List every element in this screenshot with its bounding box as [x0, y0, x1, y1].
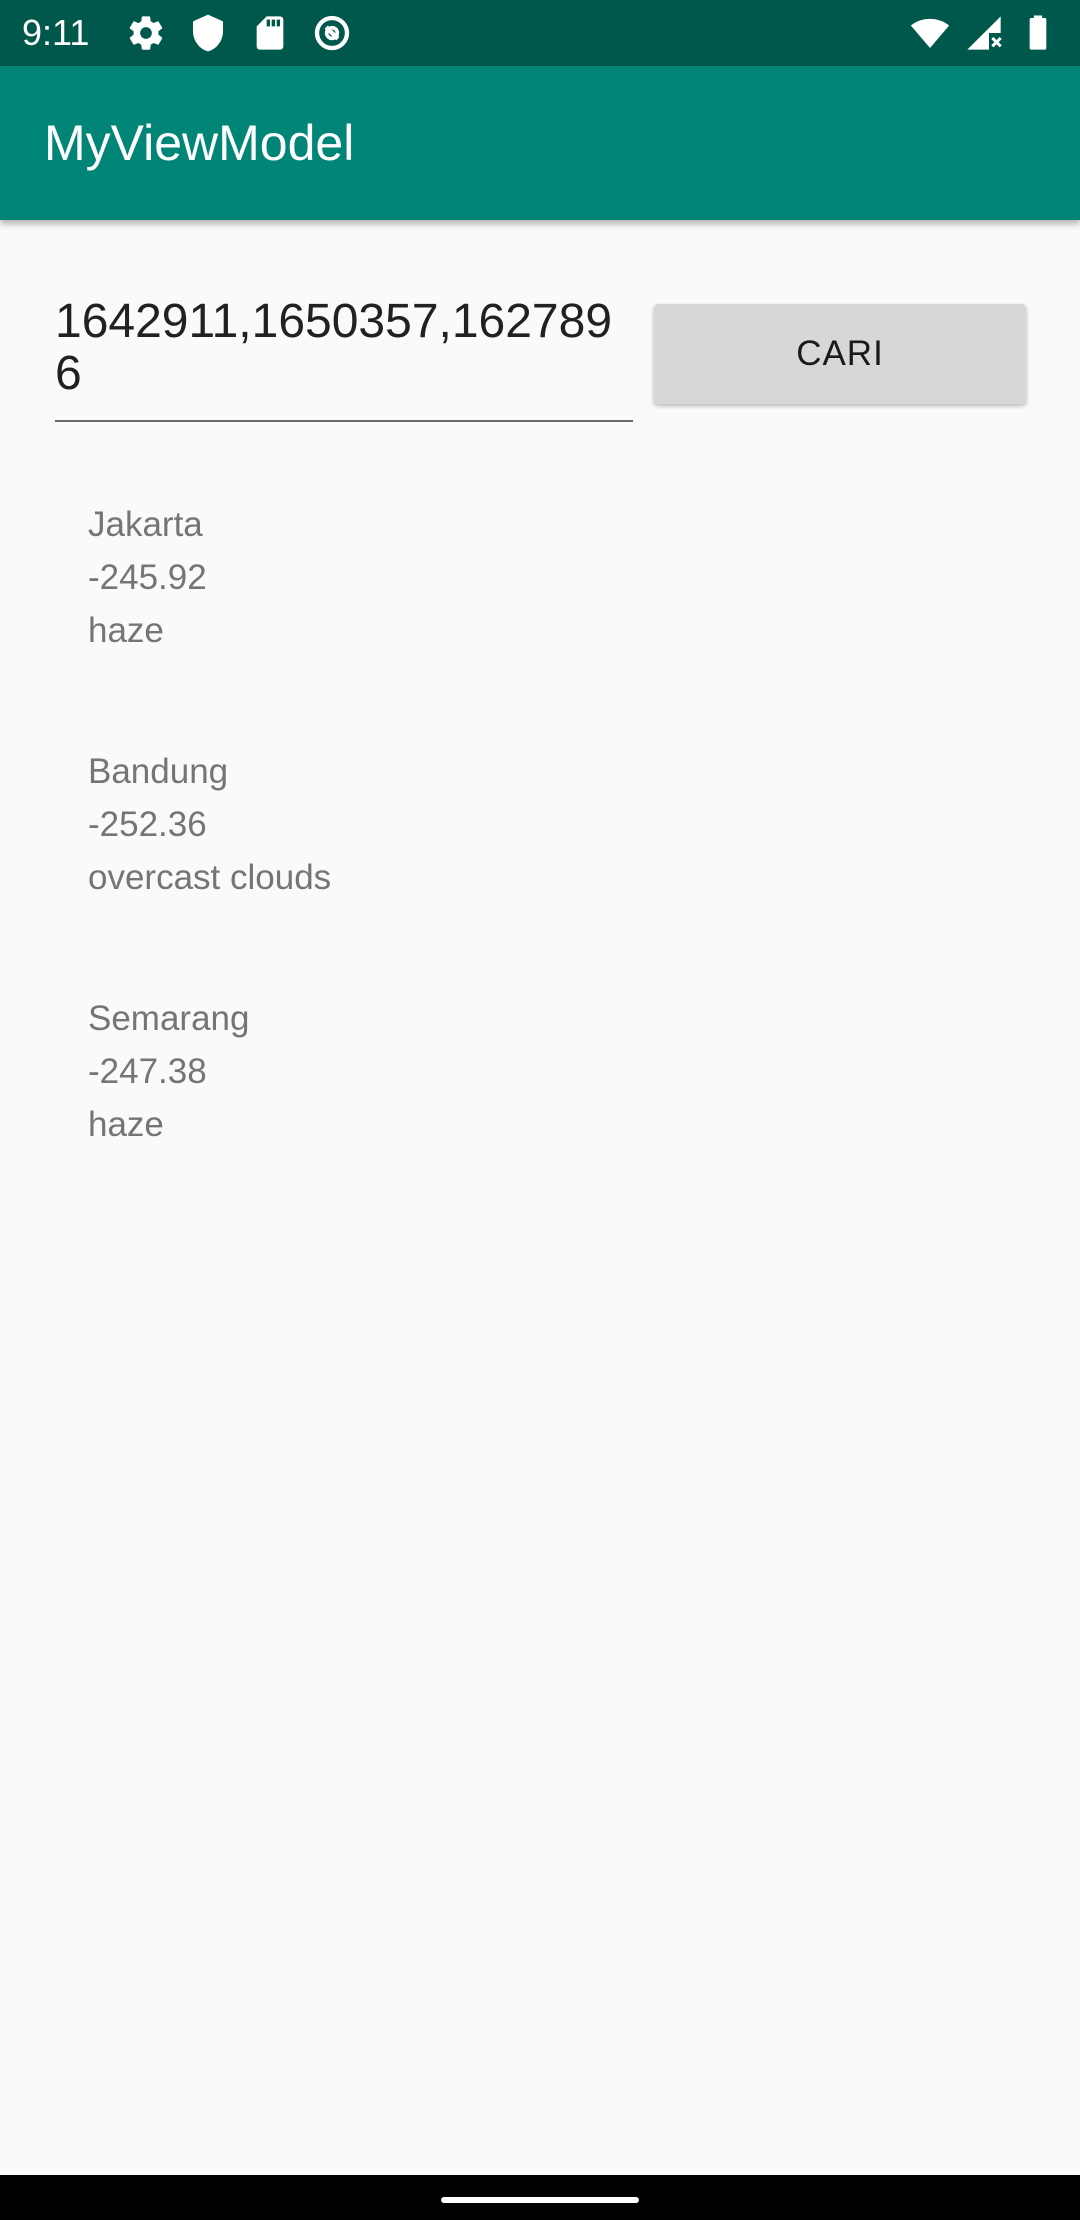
- settings-icon: [126, 13, 166, 53]
- wifi-icon: [910, 13, 950, 53]
- input-underline: [55, 420, 633, 422]
- home-gesture-handle[interactable]: [441, 2197, 639, 2203]
- shield-icon: [188, 13, 228, 53]
- screen: 9:11 MyViewModel 1642911,1650357,1627896…: [0, 0, 1080, 2220]
- app-title: MyViewModel: [44, 115, 355, 171]
- search-button[interactable]: CARI: [654, 304, 1026, 404]
- app-bar: MyViewModel: [0, 66, 1080, 220]
- weather-description: haze: [88, 1105, 164, 1144]
- weather-list: Jakarta -245.92 haze Bandung -252.36 ove…: [88, 498, 988, 1239]
- weather-description: overcast clouds: [88, 858, 332, 897]
- city-name: Jakarta: [88, 505, 203, 544]
- city-ids-input[interactable]: 1642911,1650357,1627896: [55, 296, 633, 404]
- temperature: -247.38: [88, 1052, 207, 1091]
- temperature: -245.92: [88, 558, 207, 597]
- city-name: Semarang: [88, 999, 250, 1038]
- battery-icon: [1018, 13, 1058, 53]
- list-item[interactable]: Jakarta -245.92 haze: [88, 498, 988, 745]
- temperature: -252.36: [88, 805, 207, 844]
- list-item[interactable]: Semarang -247.38 haze: [88, 992, 988, 1239]
- list-item[interactable]: Bandung -252.36 overcast clouds: [88, 745, 988, 992]
- sd-card-icon: [250, 13, 290, 53]
- status-icons-right: [910, 13, 1058, 53]
- status-icons-left: [126, 13, 352, 53]
- navigation-bar: [0, 2175, 1080, 2220]
- cellular-no-data-icon: [964, 13, 1004, 53]
- sync-icon: [312, 13, 352, 53]
- status-bar: 9:11: [0, 0, 1080, 66]
- status-time: 9:11: [22, 12, 90, 53]
- city-name: Bandung: [88, 752, 229, 791]
- city-ids-input-container: 1642911,1650357,1627896: [55, 296, 633, 422]
- weather-description: haze: [88, 611, 164, 650]
